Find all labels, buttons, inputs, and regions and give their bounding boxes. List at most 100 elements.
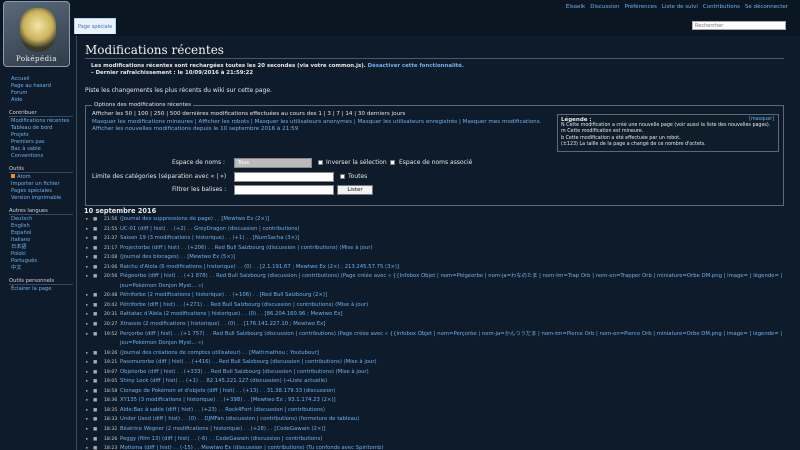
expand-arrow-icon[interactable]: ▸ (86, 444, 88, 450)
change-summary[interactable]: Under Used (diff | hist) . . (0) . . DJM… (120, 415, 359, 425)
expand-arrow-icon[interactable]: ▸ (86, 368, 88, 378)
list-button[interactable]: Lister (337, 185, 373, 195)
search-input[interactable] (692, 21, 786, 30)
change-summary[interactable]: Perçorbe (diff | hist) . . (+1 757) . . … (120, 330, 800, 349)
talk-link[interactable]: Discussion (590, 4, 619, 10)
expand-arrow-icon[interactable]: ▸ (86, 349, 88, 359)
expand-arrow-icon[interactable]: ▸ (86, 358, 88, 368)
watch-flag-icon: ■ (93, 398, 98, 404)
expand-arrow-icon[interactable]: ▸ (86, 406, 88, 416)
invert-checkbox[interactable] (318, 160, 323, 165)
change-summary[interactable]: Passmurorbe (diff | hist) . . (+416) . .… (120, 358, 377, 368)
sidebar-item-sandbox[interactable]: Bac à sable (9, 146, 73, 153)
change-time: 18:36 (104, 398, 118, 404)
sidebar-item-dashboard[interactable]: Tableau de bord (9, 125, 73, 132)
sidebar-item-lang-pt[interactable]: Português (9, 258, 73, 265)
expand-arrow-icon[interactable]: ▸ (86, 272, 88, 282)
sidebar-item-lang-es[interactable]: Español (9, 230, 73, 237)
expand-arrow-icon[interactable]: ▸ (86, 310, 88, 320)
expand-arrow-icon[interactable]: ▸ (86, 291, 88, 301)
sidebar-item-special-pages[interactable]: Pages spéciales (9, 188, 73, 195)
sidebar-item-lang-ja[interactable]: 日本語 (9, 244, 73, 251)
tab-special-page[interactable]: Page spéciale (74, 18, 117, 34)
all-categories-checkbox[interactable] (340, 174, 345, 179)
change-summary[interactable]: Shiny Lock (diff | hist) . . (+1) . . 82… (120, 377, 327, 387)
sidebar-item-recent-changes[interactable]: Modifications récentes (9, 118, 73, 125)
expand-arrow-icon[interactable]: ▸ (86, 301, 88, 311)
change-summary[interactable]: (Journal des blocages) . . [Mewtwo Ex (5… (120, 253, 235, 263)
change-summary[interactable]: (Journal des créations de comptes utilis… (120, 349, 319, 359)
sidebar-item-lang-pl[interactable]: Polski (9, 251, 73, 258)
change-summary[interactable]: Clonage de Pokémon et d'objets (diff | h… (120, 387, 335, 397)
change-row: ▸ ■ 20:56 Piégeorbe (diff | hist) . . (+1 8… (84, 272, 796, 291)
change-summary[interactable]: Motisma (diff | hist) . . (-15) . . Mewt… (120, 444, 384, 450)
change-summary[interactable]: (Journal des suppressions de page) . . [… (120, 215, 269, 225)
sidebar-item-help[interactable]: Aide (9, 97, 73, 104)
new-changes-since-link[interactable]: Afficher les nouvelles modifications dep… (92, 126, 552, 134)
limit-options[interactable]: Afficher les 50 | 100 | 250 | 500 derniè… (92, 111, 552, 119)
change-summary[interactable]: Xtrassie (2 modifications | historique) … (120, 320, 325, 330)
change-summary[interactable]: Saison 19 (3 modifications | historique)… (120, 234, 299, 244)
expand-arrow-icon[interactable]: ▸ (86, 244, 88, 254)
user-link[interactable]: Elsaelk (566, 4, 585, 10)
preferences-link[interactable]: Préférences (625, 4, 657, 10)
expand-arrow-icon[interactable]: ▸ (86, 263, 88, 273)
logout-link[interactable]: Se déconnecter (745, 4, 788, 10)
sidebar-item-printable[interactable]: Version imprimable (9, 195, 73, 202)
expand-arrow-icon[interactable]: ▸ (86, 215, 88, 225)
sidebar-item-lang-en[interactable]: English (9, 223, 73, 230)
watch-flag-icon: ■ (93, 312, 98, 318)
sidebar-item-first-steps[interactable]: Premiers pas (9, 139, 73, 146)
associated-checkbox[interactable] (390, 160, 395, 165)
change-summary[interactable]: Pétriforbe (diff | hist) . . (+271) . . … (120, 301, 368, 311)
expand-arrow-icon[interactable]: ▸ (86, 330, 88, 340)
expand-arrow-icon[interactable]: ▸ (86, 425, 88, 435)
expand-arrow-icon[interactable]: ▸ (86, 225, 88, 235)
change-summary[interactable]: Piégeorbe (diff | hist) . . (+1 878) . .… (120, 272, 800, 291)
change-summary[interactable]: Pétriforbe (2 modifications | historique… (120, 291, 327, 301)
change-summary[interactable]: Projectorbe (diff | hist) . . (+206) . .… (120, 244, 372, 254)
category-input[interactable] (234, 172, 334, 182)
sidebar-item-projects[interactable]: Projets (9, 132, 73, 139)
sidebar-item-atom[interactable]: Atom (9, 174, 73, 181)
change-summary[interactable]: Rattatac d'Alola (2 modifications | hist… (120, 310, 343, 320)
sidebar-item-accueil[interactable]: Accueil (9, 76, 73, 83)
change-summary[interactable]: XY135 (3 modifications | historique) . .… (120, 396, 336, 406)
sidebar-item-forum[interactable]: Forum (9, 90, 73, 97)
change-summary[interactable]: Raichu d'Alola (6 modifications | histor… (120, 263, 399, 273)
change-summary[interactable]: Aide:Bac à sable (diff | hist) . . (+23)… (120, 406, 325, 416)
expand-arrow-icon[interactable]: ▸ (86, 234, 88, 244)
sidebar-item-lang-zh[interactable]: 中文 (9, 265, 73, 272)
sidebar-item-light-mode[interactable]: Éclairer la page (9, 286, 73, 293)
expand-arrow-icon[interactable]: ▸ (86, 435, 88, 445)
change-summary[interactable]: Peggy (film 13) (diff | hist) . . (-6) .… (120, 435, 322, 445)
notice-text: Les modifications récentes sont rechargé… (91, 63, 366, 69)
sidebar-item-lang-it[interactable]: Italiano (9, 237, 73, 244)
namespace-select[interactable]: Tous (234, 158, 312, 168)
sidebar-group-navigation: Accueil Page au hasard Forum Aide (9, 76, 73, 104)
change-row: ▸ ■ 19:26 (Journal des créations de comptes… (84, 349, 796, 359)
personal-links: Elsaelk Discussion Préférences Liste de … (566, 4, 788, 10)
expand-arrow-icon[interactable]: ▸ (86, 320, 88, 330)
expand-arrow-icon[interactable]: ▸ (86, 415, 88, 425)
watch-flag-icon: ■ (93, 255, 98, 261)
change-time: 18:35 (104, 407, 118, 413)
sidebar-item-upload[interactable]: Importer un fichier (9, 181, 73, 188)
sidebar-item-conventions[interactable]: Conventions (9, 153, 73, 160)
expand-arrow-icon[interactable]: ▸ (86, 253, 88, 263)
change-summary[interactable]: Béatrice Wegner (2 modifications | histo… (120, 425, 325, 435)
expand-arrow-icon[interactable]: ▸ (86, 377, 88, 387)
contributions-link[interactable]: Contributions (703, 4, 740, 10)
watchlist-link[interactable]: Liste de suivi (662, 4, 698, 10)
change-summary[interactable]: Objetorbe (diff | hist) . . (+333) . . R… (120, 368, 369, 378)
site-logo[interactable]: Poképédia (3, 1, 70, 67)
legend-hide-link[interactable]: [masquer] (749, 117, 774, 123)
change-summary[interactable]: UC-01 (diff | hist) . . (+2) . . GreyDra… (120, 225, 299, 235)
filter-options[interactable]: Masquer les modifications mineures | Aff… (92, 119, 552, 127)
disable-refresh-link[interactable]: Désactiver cette fonctionnalité. (368, 63, 464, 69)
sidebar-item-lang-de[interactable]: Deutsch (9, 216, 73, 223)
tags-input[interactable] (234, 185, 334, 195)
expand-arrow-icon[interactable]: ▸ (86, 387, 88, 397)
expand-arrow-icon[interactable]: ▸ (86, 396, 88, 406)
sidebar-item-random[interactable]: Page au hasard (9, 83, 73, 90)
